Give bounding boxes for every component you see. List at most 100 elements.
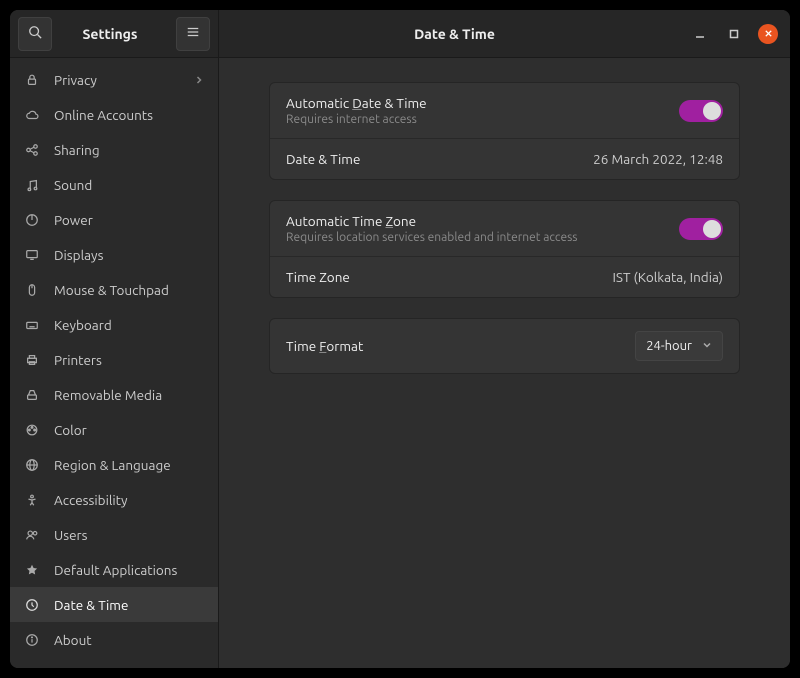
sidebar-item-label: Power <box>54 212 204 228</box>
close-button[interactable] <box>758 24 778 44</box>
time-zone-value: IST (Kolkata, India) <box>612 269 723 285</box>
content-area: Automatic Date & Time Requires internet … <box>219 58 790 668</box>
sidebar-item-label: Sound <box>54 177 204 193</box>
sidebar-item-privacy[interactable]: Privacy <box>10 62 218 97</box>
color-icon <box>24 422 40 438</box>
sidebar-item-about[interactable]: About <box>10 622 218 657</box>
date-time-group: Automatic Date & Time Requires internet … <box>269 82 740 180</box>
automatic-time-zone-row: Automatic Time Zone Requires location se… <box>270 201 739 256</box>
text: ate & Time <box>362 95 427 111</box>
titlebar-left: Settings <box>10 10 219 57</box>
accessibility-icon <box>24 492 40 508</box>
text: ormat <box>326 338 363 354</box>
search-button[interactable] <box>18 17 52 51</box>
sidebar-item-removable-media[interactable]: Removable Media <box>10 377 218 412</box>
automatic-date-time-title: Automatic Date & Time <box>286 95 679 111</box>
date-time-value: 26 March 2022, 12:48 <box>593 151 723 167</box>
automatic-time-zone-toggle[interactable] <box>679 218 723 240</box>
sidebar-item-label: Mouse & Touchpad <box>54 282 204 298</box>
printer-icon <box>24 352 40 368</box>
hamburger-icon <box>186 25 200 43</box>
window-body: Privacy Online Accounts Sharing Sound Power D… <box>10 58 790 668</box>
row-main: Automatic Date & Time Requires internet … <box>286 95 679 126</box>
sidebar-item-label: Keyboard <box>54 317 204 333</box>
mouse-icon <box>24 282 40 298</box>
sidebar-item-label: Color <box>54 422 204 438</box>
time-format-row: Time Format 24-hour <box>270 319 739 373</box>
automatic-date-time-row: Automatic Date & Time Requires internet … <box>270 83 739 138</box>
automatic-date-time-subtitle: Requires internet access <box>286 113 679 126</box>
titlebar-center: Date & Time <box>219 10 790 57</box>
share-icon <box>24 142 40 158</box>
text: Automatic Time <box>286 213 385 229</box>
text: Time <box>286 338 319 354</box>
sidebar-item-online-accounts[interactable]: Online Accounts <box>10 97 218 132</box>
sidebar-item-label: Region & Language <box>54 457 204 473</box>
sidebar-item-label: Privacy <box>54 72 180 88</box>
sidebar: Privacy Online Accounts Sharing Sound Power D… <box>10 58 219 668</box>
sidebar-item-label: Sharing <box>54 142 204 158</box>
automatic-time-zone-title: Automatic Time Zone <box>286 213 679 229</box>
settings-window: Settings Date & Time Pri <box>10 10 790 668</box>
sidebar-item-accessibility[interactable]: Accessibility <box>10 482 218 517</box>
globe-icon <box>24 457 40 473</box>
info-icon <box>24 632 40 648</box>
lock-icon <box>24 72 40 88</box>
displays-icon <box>24 247 40 263</box>
time-format-label: Time Format <box>286 338 635 354</box>
sidebar-item-label: Users <box>54 527 204 543</box>
maximize-button[interactable] <box>724 24 744 44</box>
sidebar-item-keyboard[interactable]: Keyboard <box>10 307 218 342</box>
mnemonic: Z <box>385 213 393 229</box>
minimize-button[interactable] <box>690 24 710 44</box>
drive-icon <box>24 387 40 403</box>
time-format-combo[interactable]: 24-hour <box>635 331 723 361</box>
sidebar-item-region-language[interactable]: Region & Language <box>10 447 218 482</box>
power-icon <box>24 212 40 228</box>
users-icon <box>24 527 40 543</box>
mnemonic: D <box>352 95 362 111</box>
row-main: Automatic Time Zone Requires location se… <box>286 213 679 244</box>
keyboard-icon <box>24 317 40 333</box>
sidebar-item-label: Printers <box>54 352 204 368</box>
star-icon <box>24 562 40 578</box>
sidebar-item-displays[interactable]: Displays <box>10 237 218 272</box>
sidebar-item-label: Default Applications <box>54 562 204 578</box>
chevron-down-icon <box>702 339 712 353</box>
sidebar-item-power[interactable]: Power <box>10 202 218 237</box>
hamburger-menu-button[interactable] <box>176 17 210 51</box>
time-zone-group: Automatic Time Zone Requires location se… <box>269 200 740 298</box>
music-icon <box>24 177 40 193</box>
time-zone-label: Time Zone <box>286 269 612 285</box>
sidebar-item-date-time[interactable]: Date & Time <box>10 587 218 622</box>
sidebar-item-label: Removable Media <box>54 387 204 403</box>
automatic-time-zone-subtitle: Requires location services enabled and i… <box>286 231 679 244</box>
sidebar-item-users[interactable]: Users <box>10 517 218 552</box>
text: one <box>393 213 416 229</box>
sidebar-item-default-applications[interactable]: Default Applications <box>10 552 218 587</box>
sidebar-item-color[interactable]: Color <box>10 412 218 447</box>
date-time-label: Date & Time <box>286 151 593 167</box>
cloud-icon <box>24 107 40 123</box>
sidebar-item-label: Online Accounts <box>54 107 204 123</box>
sidebar-item-label: Date & Time <box>54 597 204 613</box>
maximize-icon <box>729 29 739 39</box>
date-time-row[interactable]: Date & Time 26 March 2022, 12:48 <box>270 138 739 179</box>
sidebar-item-mouse-touchpad[interactable]: Mouse & Touchpad <box>10 272 218 307</box>
page-title: Date & Time <box>219 26 690 42</box>
sidebar-item-sharing[interactable]: Sharing <box>10 132 218 167</box>
clock-icon <box>24 597 40 613</box>
time-format-value: 24-hour <box>646 339 692 353</box>
search-icon <box>28 25 42 43</box>
minimize-icon <box>695 29 705 39</box>
titlebar: Settings Date & Time <box>10 10 790 58</box>
time-zone-row[interactable]: Time Zone IST (Kolkata, India) <box>270 256 739 297</box>
sidebar-item-printers[interactable]: Printers <box>10 342 218 377</box>
close-icon <box>764 29 773 38</box>
window-controls <box>690 24 790 44</box>
sidebar-item-label: Displays <box>54 247 204 263</box>
sidebar-item-sound[interactable]: Sound <box>10 167 218 202</box>
automatic-date-time-toggle[interactable] <box>679 100 723 122</box>
time-format-group: Time Format 24-hour <box>269 318 740 374</box>
sidebar-item-label: About <box>54 632 204 648</box>
